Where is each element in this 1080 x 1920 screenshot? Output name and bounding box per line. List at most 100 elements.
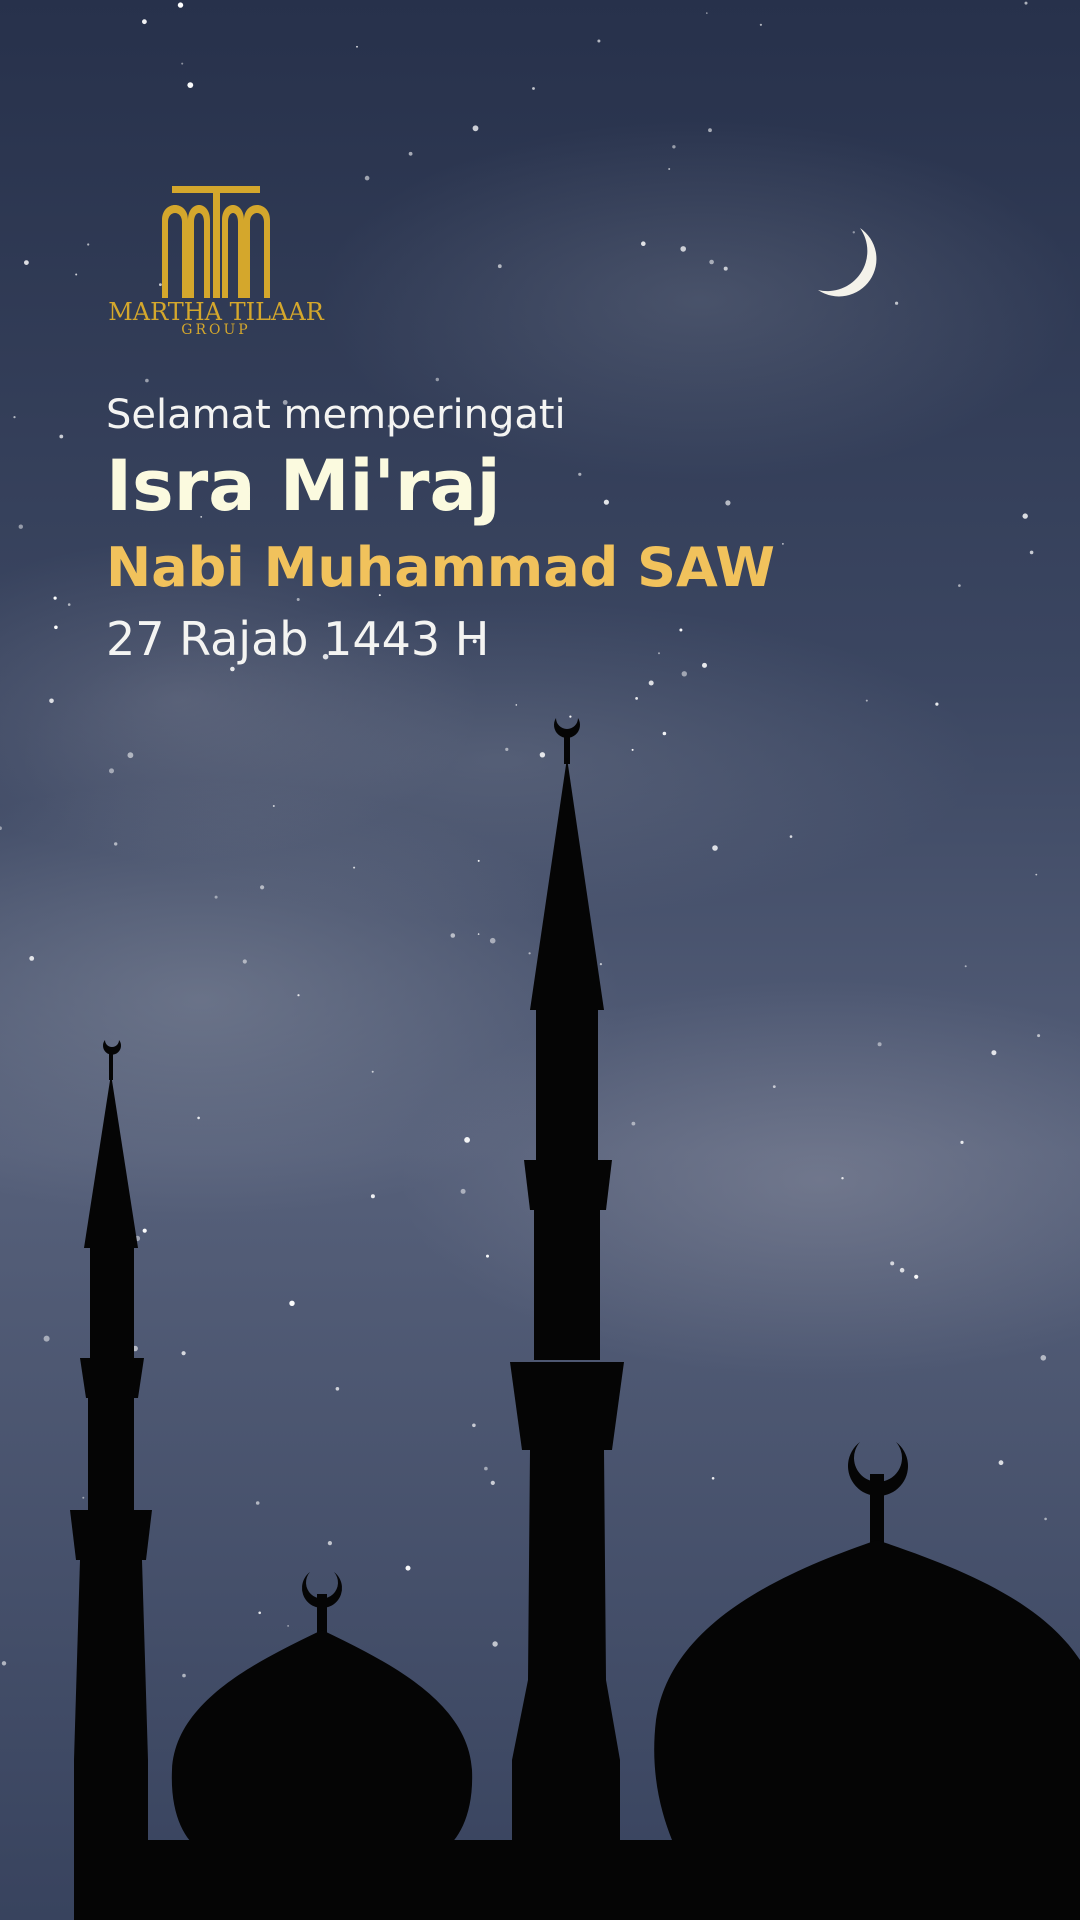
mtm-logo-mark-icon (162, 186, 270, 298)
star (272, 805, 275, 807)
star (782, 543, 784, 545)
star (1037, 1034, 1041, 1038)
star (181, 1351, 186, 1356)
star (435, 377, 439, 382)
star (490, 1480, 495, 1485)
star (1040, 1355, 1047, 1361)
star (865, 699, 868, 702)
star (569, 715, 572, 718)
star (197, 1116, 200, 1120)
star (477, 859, 480, 862)
star (59, 434, 64, 439)
star (998, 1460, 1004, 1466)
star (356, 45, 358, 48)
star (255, 1501, 260, 1505)
star (599, 963, 603, 966)
star (958, 584, 961, 587)
star (486, 1254, 489, 1258)
star (287, 1625, 289, 1627)
star (477, 933, 480, 935)
star (709, 259, 714, 265)
star (1044, 1517, 1047, 1521)
star (1, 1661, 7, 1666)
star (297, 994, 300, 997)
star (772, 1085, 776, 1088)
star (641, 241, 646, 246)
star (327, 1541, 332, 1546)
star (67, 603, 71, 606)
logo-group: GROUP (181, 322, 251, 338)
star (335, 1387, 340, 1391)
star (960, 1140, 964, 1144)
star (635, 697, 638, 700)
star (109, 768, 114, 774)
star (230, 666, 235, 672)
star (1029, 550, 1034, 555)
headline-title: Isra Mi'raj (106, 445, 501, 527)
star (260, 885, 265, 890)
star (515, 704, 518, 706)
star (182, 1673, 186, 1678)
star (75, 273, 78, 276)
star (991, 1050, 997, 1056)
star (142, 19, 147, 25)
star (711, 1477, 715, 1480)
star (13, 416, 16, 419)
star (353, 866, 356, 869)
star (49, 698, 54, 704)
star (706, 12, 708, 14)
star (53, 596, 57, 600)
star (472, 125, 479, 132)
star (935, 702, 939, 706)
star (841, 1177, 844, 1180)
star (114, 842, 118, 846)
star (681, 671, 687, 677)
star (597, 39, 601, 43)
star (408, 151, 413, 156)
star (964, 965, 967, 968)
star (370, 1194, 375, 1199)
star (177, 2, 184, 8)
star (18, 524, 23, 529)
star (214, 895, 218, 899)
star (702, 662, 707, 668)
star (460, 1188, 466, 1194)
star (712, 845, 718, 851)
star (29, 956, 35, 961)
star (725, 500, 731, 506)
martha-tilaar-logo: MARTHA TILAAR GROUP (108, 182, 324, 342)
star (658, 652, 660, 655)
star (145, 378, 149, 383)
star (603, 499, 610, 505)
star (672, 145, 676, 149)
star (789, 835, 793, 838)
star (723, 266, 728, 271)
star (24, 260, 29, 265)
star (43, 1335, 50, 1342)
star (87, 243, 90, 246)
star (450, 933, 456, 938)
star (914, 1274, 919, 1279)
star (181, 62, 184, 65)
star (497, 264, 502, 269)
greeting-text: Selamat memperingati (106, 392, 566, 438)
star (852, 231, 855, 234)
star (1024, 1, 1028, 5)
star (472, 1423, 476, 1428)
star (680, 246, 686, 252)
star (532, 87, 535, 90)
star (631, 1121, 636, 1126)
star (662, 731, 667, 736)
star (405, 1565, 411, 1571)
star (142, 1228, 147, 1233)
star (364, 175, 370, 181)
star (492, 1641, 498, 1647)
star (54, 625, 58, 630)
star (679, 628, 683, 632)
star (895, 301, 899, 305)
star (505, 747, 509, 752)
star (484, 1466, 488, 1471)
star (464, 1137, 470, 1143)
star (890, 1261, 895, 1266)
star (82, 1496, 85, 1499)
